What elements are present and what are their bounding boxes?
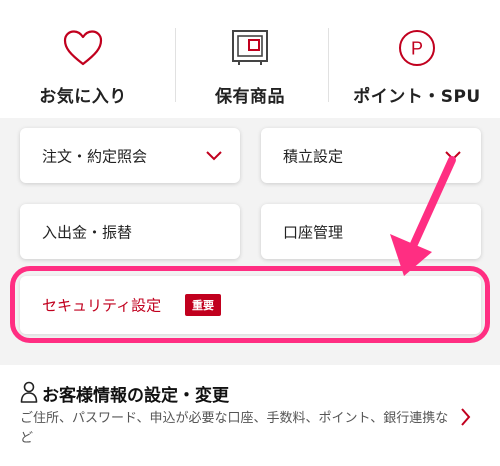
order-inquiry-button[interactable]: 注文・約定照会 (20, 128, 240, 183)
holdings-icon (230, 26, 270, 70)
point-icon: P (397, 26, 437, 70)
customer-info-title: お客様情報の設定・変更 (42, 386, 229, 406)
person-icon (20, 381, 38, 403)
divider (328, 28, 329, 102)
customer-info-description: ご住所、パスワード、申込が必要な口座、手数料、ポイント、銀行連携など (20, 411, 449, 446)
favorites-label: お気に入り (39, 87, 127, 107)
quick-links-panel: お気に入り 保有商品 P ポイント・SPU (0, 0, 500, 118)
svg-text:P: P (411, 39, 423, 59)
chevron-down-icon (206, 150, 222, 160)
account-management-label: 口座管理 (283, 223, 344, 241)
points-spu-link[interactable]: P ポイント・SPU (334, 0, 500, 118)
deposit-transfer-label: 入出金・振替 (42, 223, 133, 241)
accumulation-settings-label: 積立設定 (283, 147, 344, 165)
points-spu-label: ポイント・SPU (353, 87, 481, 107)
annotation-arrow-icon (390, 156, 456, 276)
order-inquiry-label: 注文・約定照会 (42, 147, 148, 165)
customer-info-section[interactable]: お客様情報の設定・変更 ご住所、パスワード、申込が必要な口座、手数料、ポイント、… (0, 365, 500, 466)
holdings-label: 保有商品 (215, 87, 285, 107)
heart-icon (62, 26, 104, 70)
deposit-transfer-button[interactable]: 入出金・振替 (20, 204, 240, 259)
holdings-link[interactable]: 保有商品 (167, 0, 333, 118)
favorites-link[interactable]: お気に入り (0, 0, 166, 118)
chevron-right-icon (461, 408, 471, 426)
